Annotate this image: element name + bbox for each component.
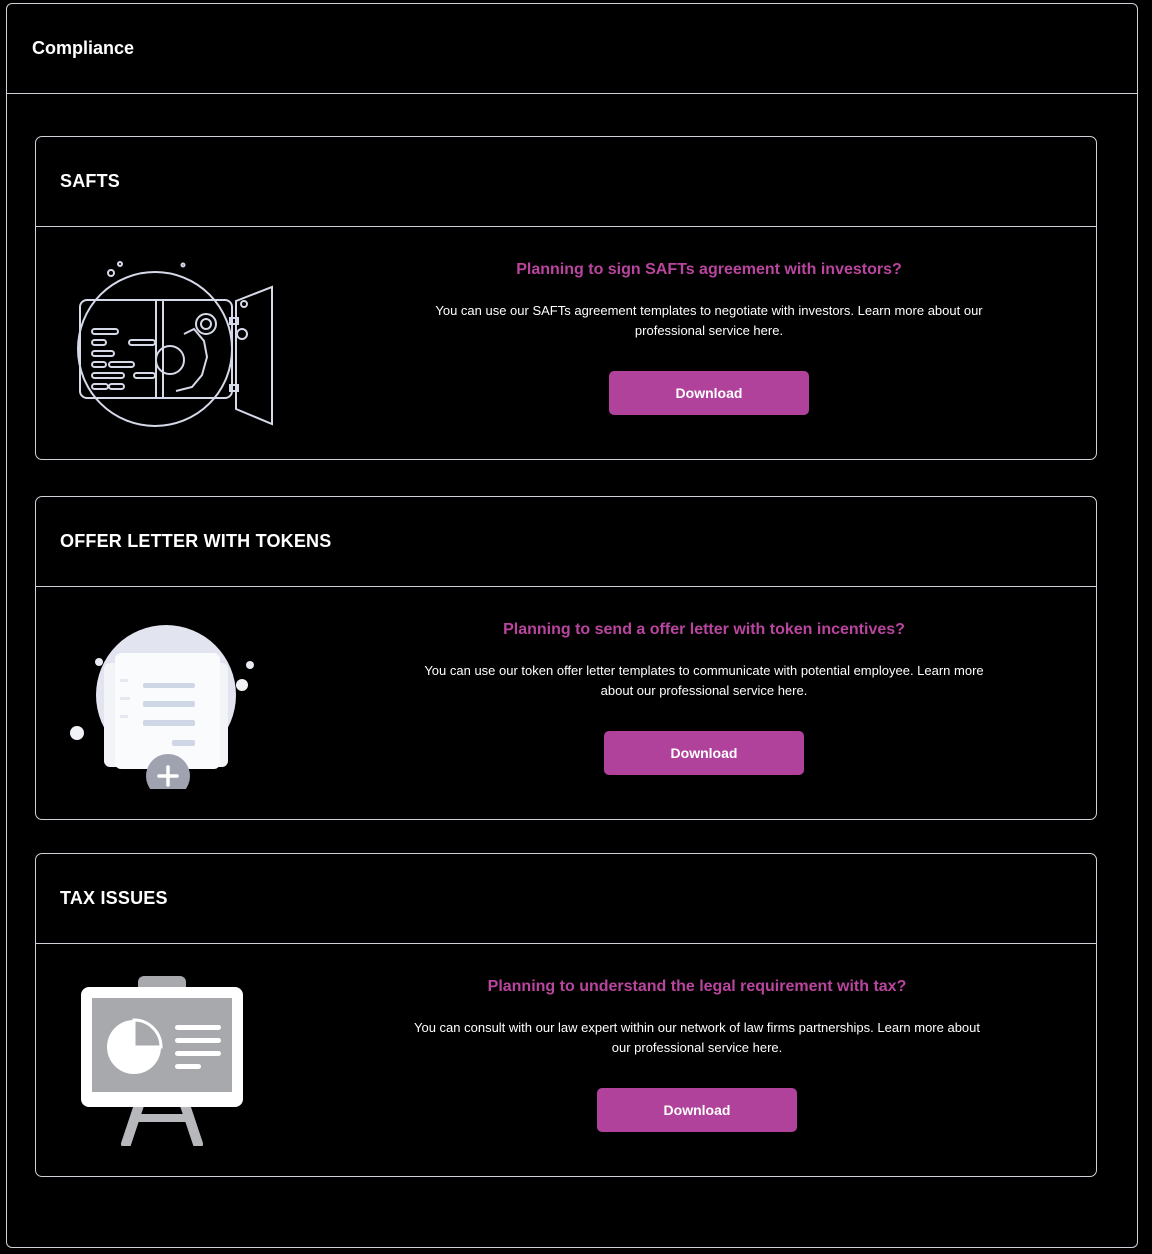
card-content: Planning to understand the legal require… bbox=[397, 978, 997, 1132]
card-title: SAFTS bbox=[60, 171, 121, 191]
card-title: TAX ISSUES bbox=[60, 888, 168, 908]
card-header: OFFER LETTER WITH TOKENS bbox=[36, 497, 1096, 587]
card-headline: Planning to sign SAFTs agreement with in… bbox=[516, 261, 902, 278]
card-body: Planning to sign SAFTs agreement with in… bbox=[36, 227, 1096, 459]
card-description: You can use our token offer letter templ… bbox=[424, 663, 984, 698]
card-header: SAFTS bbox=[36, 137, 1096, 227]
safe-vault-icon bbox=[77, 261, 273, 427]
card-description: You can use our SAFTs agreement template… bbox=[435, 303, 983, 338]
download-button[interactable]: Download bbox=[597, 1088, 797, 1132]
card-description: You can consult with our law expert with… bbox=[413, 1020, 981, 1055]
card-content: Planning to send a offer letter with tok… bbox=[404, 621, 1004, 775]
download-button[interactable]: Download bbox=[609, 371, 809, 415]
download-button[interactable]: Download bbox=[604, 731, 804, 775]
card-content: Planning to sign SAFTs agreement with in… bbox=[409, 261, 1009, 415]
panel-header: Compliance bbox=[7, 4, 1137, 94]
card-safts: SAFTS Planning to sign SAFTs agreement w… bbox=[35, 136, 1097, 460]
card-headline: Planning to send a offer letter with tok… bbox=[503, 621, 905, 638]
card-headline: Planning to understand the legal require… bbox=[487, 978, 907, 995]
presentation-board-icon bbox=[81, 976, 243, 1146]
card-offer-letter: OFFER LETTER WITH TOKENS Planning to sen… bbox=[35, 496, 1097, 820]
card-body: Planning to send a offer letter with tok… bbox=[36, 587, 1096, 819]
page-title: Compliance bbox=[32, 38, 135, 58]
document-add-icon bbox=[70, 625, 254, 789]
card-body: Planning to understand the legal require… bbox=[36, 944, 1096, 1176]
card-title: OFFER LETTER WITH TOKENS bbox=[60, 531, 332, 551]
card-tax-issues: TAX ISSUES Planning to understand the le… bbox=[35, 853, 1097, 1177]
card-header: TAX ISSUES bbox=[36, 854, 1096, 944]
